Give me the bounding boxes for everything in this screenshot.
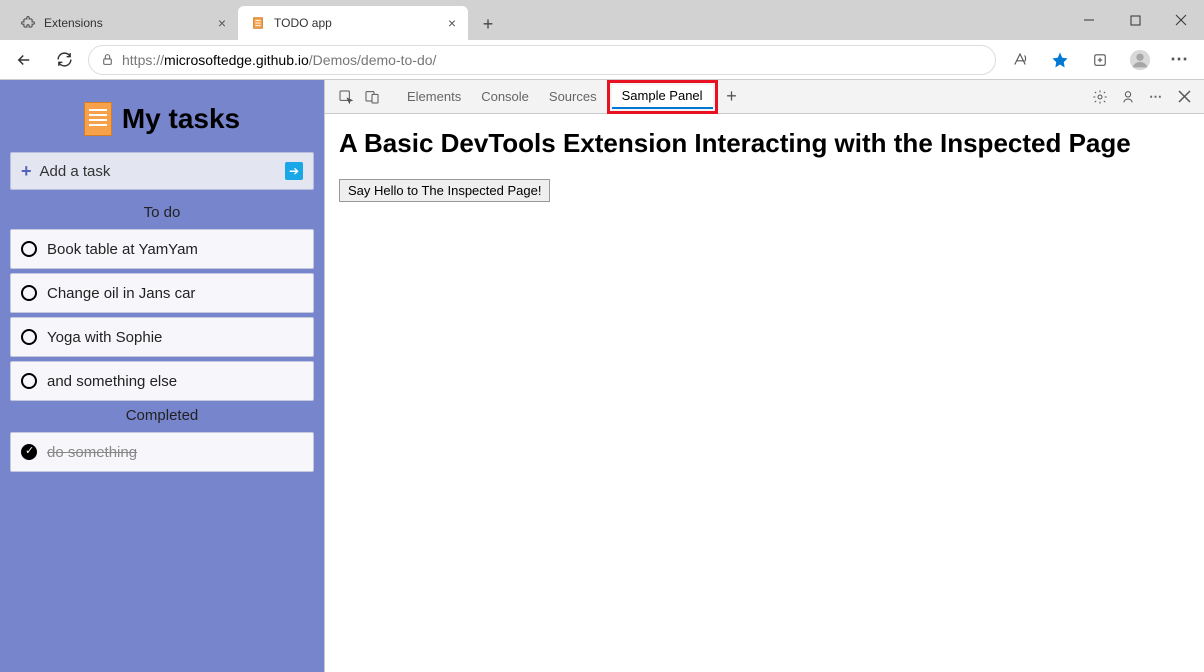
devtools-tab-elements[interactable]: Elements [397, 80, 471, 114]
task-text: Yoga with Sophie [47, 329, 162, 346]
app-heading: My tasks [10, 102, 314, 136]
task-text: do something [47, 444, 137, 461]
profile-button[interactable] [1124, 44, 1156, 76]
checkbox-icon[interactable] [21, 241, 37, 257]
task-item[interactable]: Book table at YamYam [10, 229, 314, 269]
say-hello-button[interactable]: Say Hello to The Inspected Page! [339, 179, 550, 202]
todo-app: My tasks + Add a task ➔ To do Book table… [0, 80, 324, 672]
new-tab-button[interactable]: + [472, 8, 504, 40]
clipboard-icon [84, 102, 112, 136]
panel-heading: A Basic DevTools Extension Interacting w… [339, 128, 1190, 159]
browser-title-bar: Extensions × TODO app × + [0, 0, 1204, 40]
devtools-tab-sample-panel[interactable]: Sample Panel [612, 85, 713, 109]
browser-tab-extensions[interactable]: Extensions × [8, 6, 238, 40]
menu-button[interactable]: ⋯ [1164, 44, 1196, 76]
back-button[interactable] [8, 44, 40, 76]
task-item[interactable]: and something else [10, 361, 314, 401]
task-text: Book table at YamYam [47, 241, 198, 258]
plus-icon: + [21, 161, 32, 182]
submit-task-button[interactable]: ➔ [285, 162, 303, 180]
lock-icon [101, 53, 114, 66]
annotation-highlight: Sample Panel [607, 80, 718, 114]
url-input[interactable]: https://microsoftedge.github.io/Demos/de… [88, 45, 996, 75]
devtools-tab-console[interactable]: Console [471, 80, 539, 114]
task-text: and something else [47, 373, 177, 390]
more-button[interactable]: ⋯ [1144, 85, 1168, 109]
add-task-input[interactable]: + Add a task ➔ [10, 152, 314, 190]
checkbox-checked-icon[interactable] [21, 444, 37, 460]
devtools-tabs: Elements Console Sources Sample Panel + … [325, 80, 1204, 114]
task-item-completed[interactable]: do something [10, 432, 314, 472]
checkbox-icon[interactable] [21, 373, 37, 389]
page-title: My tasks [122, 103, 240, 135]
checkbox-icon[interactable] [21, 329, 37, 345]
minimize-button[interactable] [1066, 0, 1112, 40]
checkbox-icon[interactable] [21, 285, 37, 301]
add-tab-button[interactable]: + [718, 86, 746, 107]
maximize-button[interactable] [1112, 0, 1158, 40]
devtools-tab-sources[interactable]: Sources [539, 80, 607, 114]
close-devtools-button[interactable] [1172, 85, 1196, 109]
close-icon[interactable]: × [218, 15, 226, 31]
feedback-button[interactable] [1116, 85, 1140, 109]
refresh-button[interactable] [48, 44, 80, 76]
collections-button[interactable] [1084, 44, 1116, 76]
device-toggle-button[interactable] [359, 89, 385, 105]
close-icon[interactable]: × [448, 15, 456, 31]
favorite-button[interactable] [1044, 44, 1076, 76]
close-window-button[interactable] [1158, 0, 1204, 40]
window-controls [1066, 0, 1204, 40]
task-text: Change oil in Jans car [47, 285, 195, 302]
url-text: https://microsoftedge.github.io/Demos/de… [122, 52, 436, 68]
tab-title: Extensions [44, 16, 103, 30]
add-task-label: Add a task [40, 163, 111, 180]
address-bar: https://microsoftedge.github.io/Demos/de… [0, 40, 1204, 80]
read-aloud-button[interactable] [1004, 44, 1036, 76]
devtools-panel: Elements Console Sources Sample Panel + … [324, 80, 1204, 672]
settings-button[interactable] [1088, 85, 1112, 109]
completed-section-label: Completed [10, 407, 314, 424]
browser-tab-todo-app[interactable]: TODO app × [238, 6, 468, 40]
extension-icon [20, 15, 36, 31]
note-icon [250, 15, 266, 31]
devtools-body: A Basic DevTools Extension Interacting w… [325, 114, 1204, 216]
tab-title: TODO app [274, 16, 332, 30]
inspect-element-button[interactable] [333, 89, 359, 105]
task-item[interactable]: Yoga with Sophie [10, 317, 314, 357]
todo-section-label: To do [10, 204, 314, 221]
task-item[interactable]: Change oil in Jans car [10, 273, 314, 313]
